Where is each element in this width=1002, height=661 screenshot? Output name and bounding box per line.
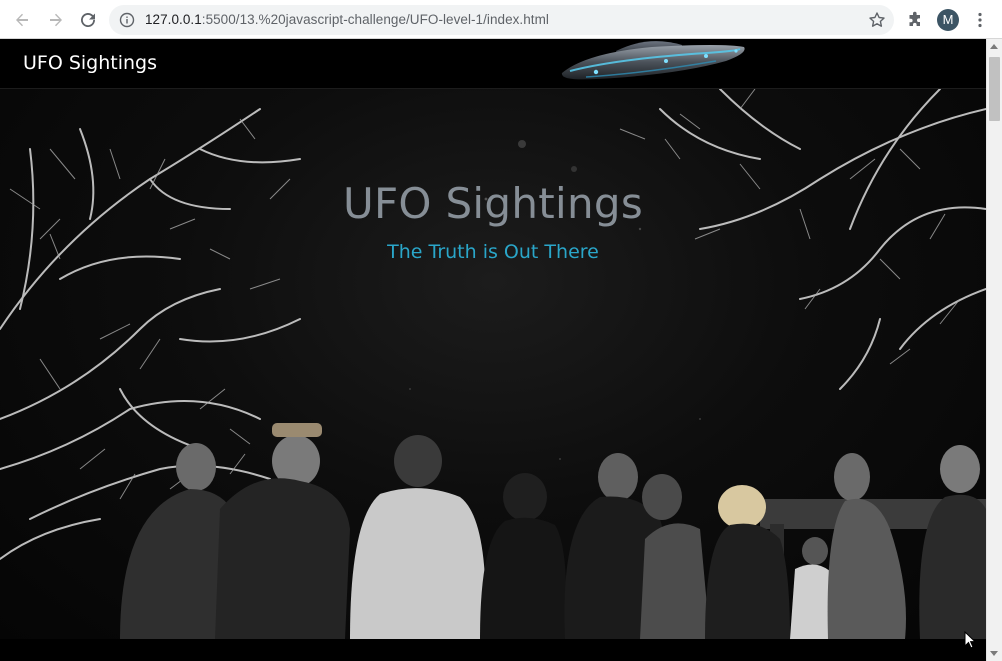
- site-navbar: UFO Sightings: [0, 39, 986, 89]
- address-bar[interactable]: 127.0.0.1:5500/13.%20javascript-challeng…: [109, 5, 894, 35]
- below-hero-section: [0, 639, 986, 661]
- star-icon[interactable]: [868, 11, 886, 29]
- page-viewport: UFO Sightings UFO Sightings The Truth is…: [0, 39, 1002, 661]
- reload-icon: [81, 12, 95, 27]
- scroll-thumb[interactable]: [989, 57, 1000, 121]
- ufo-logo: [561, 41, 745, 80]
- scroll-down-arrow-icon[interactable]: [990, 651, 998, 656]
- forward-arrow-icon: [50, 13, 62, 27]
- url-path: :5500/13.%20javascript-challenge/UFO-lev…: [201, 12, 549, 27]
- url-host: 127.0.0.1: [145, 12, 202, 27]
- scroll-up-arrow-icon[interactable]: [990, 44, 998, 49]
- hero-banner: UFO Sightings The Truth is Out There: [0, 89, 986, 639]
- hero-subtitle: The Truth is Out There: [387, 241, 599, 263]
- hero-title: UFO Sightings: [342, 179, 644, 228]
- crowd-silhouettes: [120, 423, 986, 639]
- info-icon[interactable]: [119, 12, 135, 28]
- navbar-brand[interactable]: UFO Sightings: [23, 52, 157, 74]
- browser-menu-button[interactable]: [968, 8, 992, 32]
- back-button[interactable]: [10, 8, 34, 32]
- profile-avatar[interactable]: M: [937, 9, 959, 31]
- reload-button[interactable]: [76, 8, 100, 32]
- extensions-icon: [909, 11, 920, 26]
- menu-dots-icon: [978, 12, 982, 28]
- extensions-button[interactable]: [903, 8, 927, 32]
- mouse-cursor-icon: [964, 631, 976, 649]
- back-arrow-icon: [16, 13, 28, 27]
- forward-button[interactable]: [44, 8, 68, 32]
- browser-toolbar: 127.0.0.1:5500/13.%20javascript-challeng…: [0, 0, 1002, 39]
- night-sky-crowd-image: [0, 89, 986, 639]
- page-scrollbar[interactable]: [986, 39, 1002, 661]
- url-text[interactable]: 127.0.0.1:5500/13.%20javascript-challeng…: [145, 12, 549, 27]
